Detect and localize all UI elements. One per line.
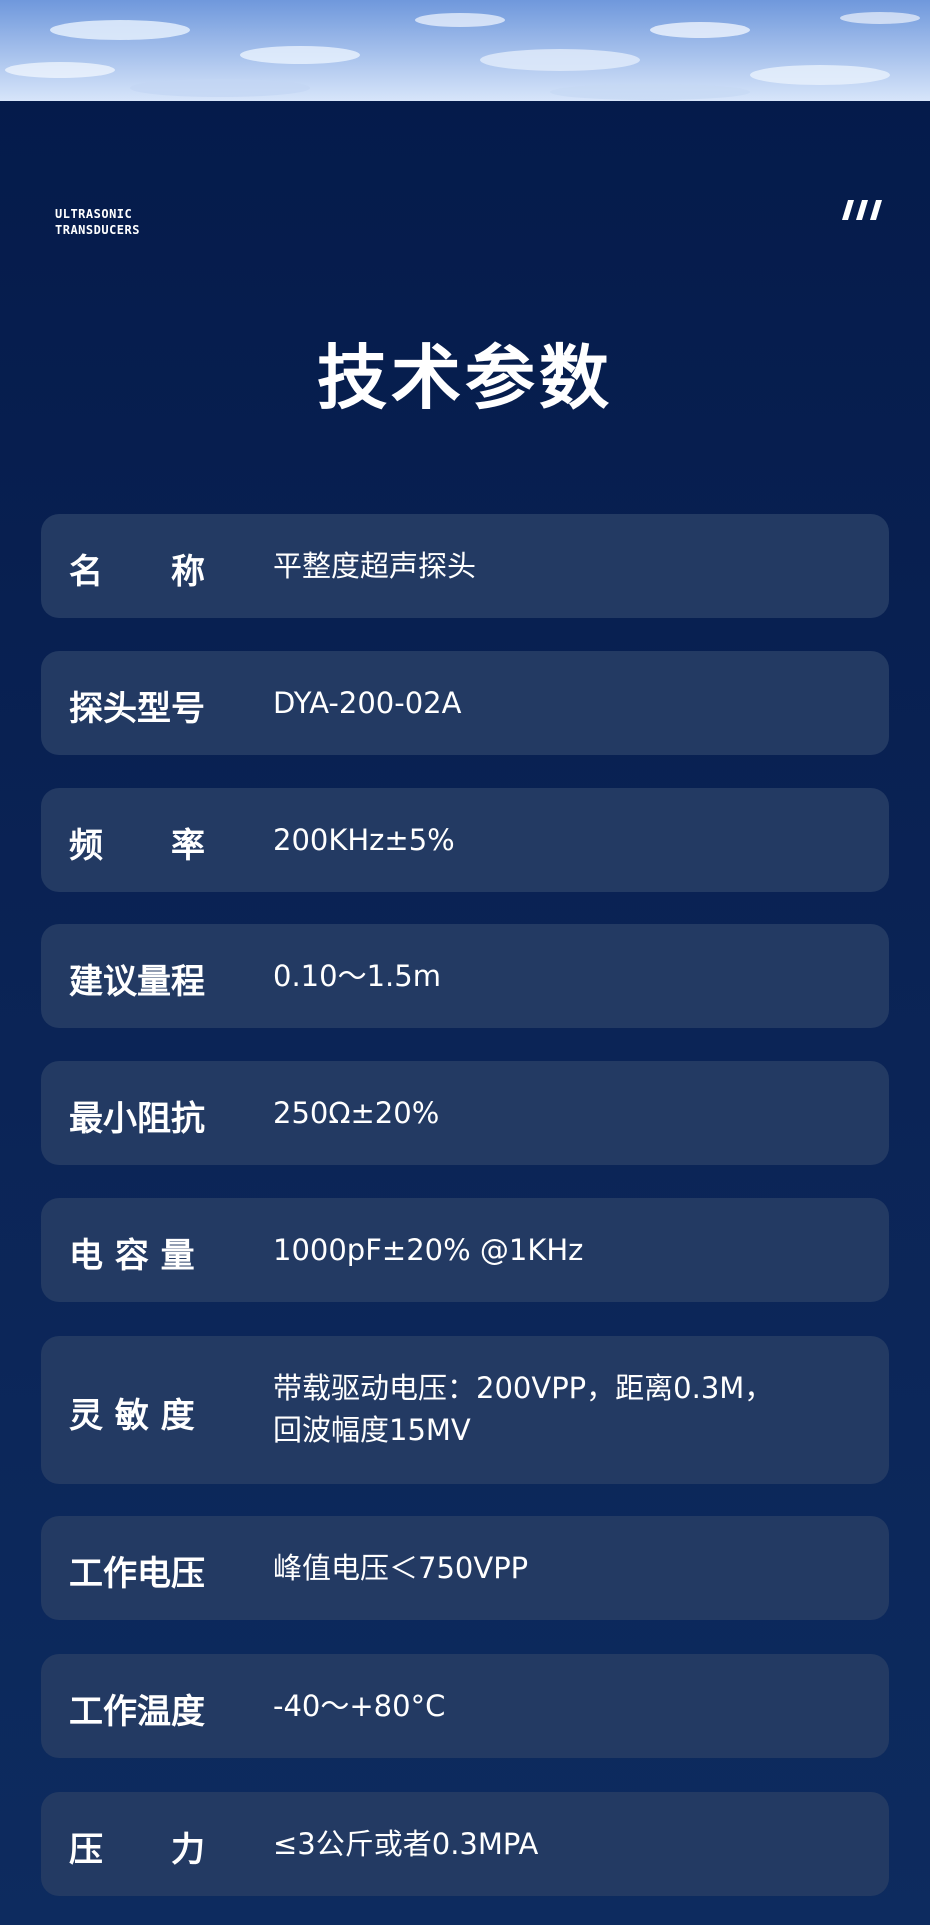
spec-value: 平整度超声探头 [273, 549, 477, 583]
spec-row-impedance: 最小阻抗 250Ω±20% [41, 1061, 889, 1165]
spec-row-sensitivity: 灵 敏 度 带载驱动电压：200VPP，距离0.3M， 回波幅度15MV [41, 1336, 889, 1484]
spec-label: 工作温度 [69, 1692, 205, 1732]
spec-row-pressure: 压 力 ≤3公斤或者0.3MPA [41, 1792, 889, 1896]
spec-value: 1000pF±20% @1KHz [273, 1233, 584, 1267]
spec-value: 250Ω±20% [273, 1096, 440, 1130]
brand-line-1: ULTRASONIC [55, 207, 133, 221]
spec-label: 建议量程 [69, 962, 205, 1002]
spec-label: 工作电压 [69, 1554, 205, 1594]
spec-row-voltage: 工作电压 峰值电压＜750VPP [41, 1516, 889, 1620]
water-banner-image [0, 0, 930, 101]
spec-label: 名 称 [69, 552, 205, 592]
spec-value: 200KHz±5% [273, 823, 455, 857]
spec-label: 电 容 量 [69, 1236, 195, 1276]
spec-value-line-2: 回波幅度15MV [273, 1413, 471, 1447]
page-title: 技术参数 [317, 337, 613, 419]
spec-value: ≤3公斤或者0.3MPA [273, 1827, 539, 1861]
spec-value: DYA-200-02A [273, 686, 462, 720]
slash-decoration-icon [842, 200, 882, 220]
spec-row-frequency: 频 率 200KHz±5% [41, 788, 889, 892]
spec-label: 最小阻抗 [69, 1099, 205, 1139]
spec-value: 带载驱动电压：200VPP，距离0.3M， [273, 1371, 774, 1405]
brand-logo-text: ULTRASONIC TRANSDUCERS [55, 206, 140, 238]
spec-label: 压 力 [69, 1830, 205, 1870]
spec-label: 探头型号 [69, 689, 205, 729]
spec-row-temperature: 工作温度 -40～+80°C [41, 1654, 889, 1758]
spec-value: -40～+80°C [273, 1689, 446, 1723]
spec-label: 灵 敏 度 [69, 1396, 195, 1436]
spec-row-capacitance: 电 容 量 1000pF±20% @1KHz [41, 1198, 889, 1302]
spec-row-range: 建议量程 0.10～1.5m [41, 924, 889, 1028]
spec-value: 峰值电压＜750VPP [273, 1551, 529, 1585]
page: ULTRASONIC TRANSDUCERS 技术参数 名 称 平整度超声探头 … [0, 0, 930, 1925]
spec-value: 0.10～1.5m [273, 959, 441, 993]
spec-row-name: 名 称 平整度超声探头 [41, 514, 889, 618]
brand-line-2: TRANSDUCERS [55, 223, 140, 237]
spec-label: 频 率 [69, 826, 205, 866]
spec-row-model: 探头型号 DYA-200-02A [41, 651, 889, 755]
